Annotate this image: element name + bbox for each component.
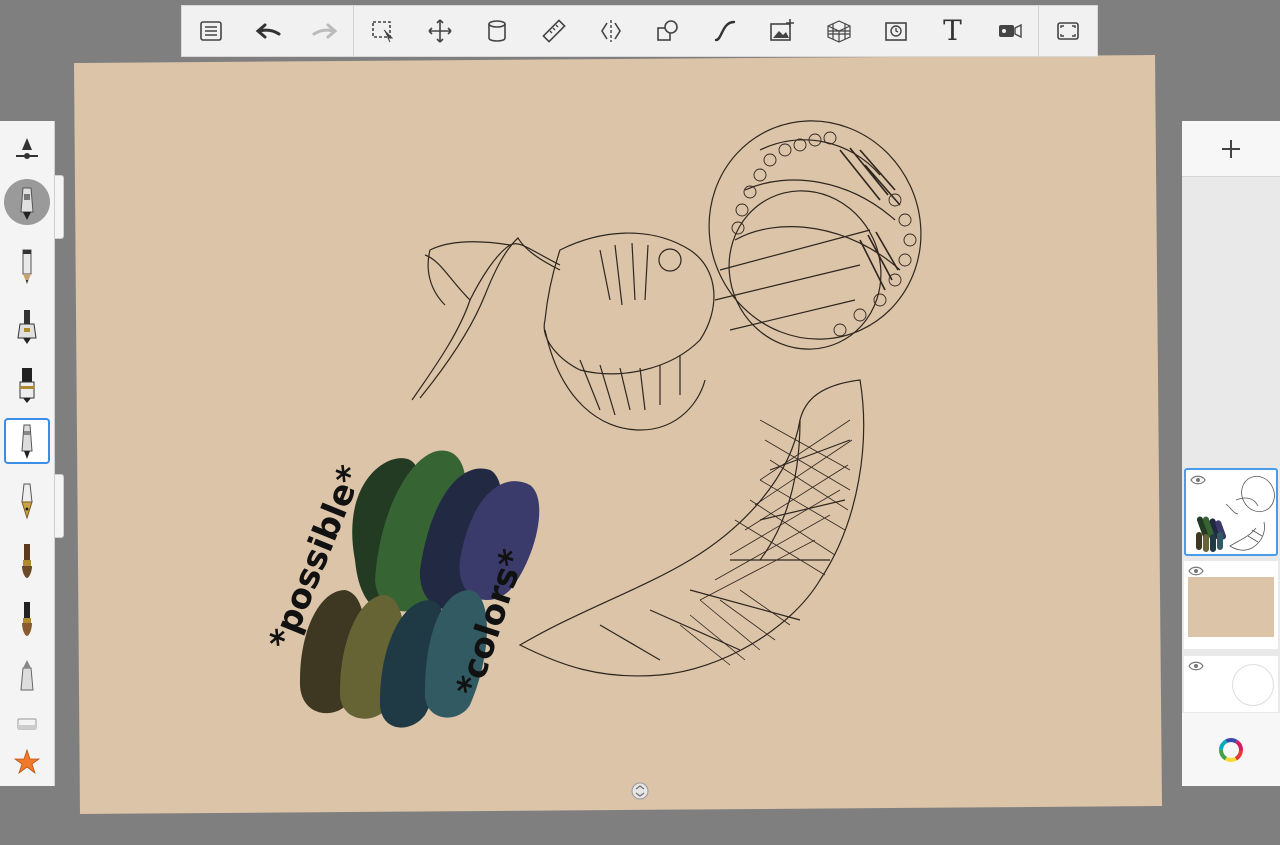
- background-color-swatch[interactable]: [1232, 664, 1274, 706]
- fit-canvas-icon[interactable]: [630, 781, 650, 801]
- redo-icon[interactable]: [296, 6, 353, 56]
- drawing-canvas: *possible* *colors*: [74, 55, 1162, 814]
- top-toolbar: T: [181, 5, 1098, 57]
- layer-paper-color[interactable]: [1184, 561, 1278, 649]
- shapes-icon[interactable]: [639, 6, 696, 56]
- ink-brush-icon[interactable]: [4, 595, 50, 641]
- fountain-pen-brush-icon[interactable]: [4, 477, 50, 523]
- stroke-curve-icon[interactable]: [696, 6, 753, 56]
- layer-thumbnail: [1196, 475, 1275, 552]
- marker-brush-icon[interactable]: [4, 361, 50, 407]
- paint-brush-icon[interactable]: [4, 537, 50, 583]
- favorites-star-icon[interactable]: [4, 739, 50, 785]
- layer-background[interactable]: [1184, 656, 1278, 712]
- fullscreen-icon[interactable]: [1039, 6, 1096, 56]
- layer-paper-thumbnail: [1188, 577, 1274, 637]
- brush-panel-tab-bottom[interactable]: [55, 474, 64, 538]
- undo-icon[interactable]: [239, 6, 296, 56]
- paper[interactable]: [74, 55, 1162, 814]
- text-tool-label: T: [943, 14, 962, 47]
- time-lapse-icon[interactable]: [867, 6, 924, 56]
- fineliner-brush-icon[interactable]: [4, 418, 50, 464]
- visibility-eye-icon[interactable]: [1188, 565, 1204, 577]
- color-wheel-button[interactable]: [1182, 713, 1280, 786]
- menu-icon[interactable]: [182, 6, 239, 56]
- add-layer-button[interactable]: [1182, 121, 1280, 177]
- brush-size-slider-icon[interactable]: [4, 127, 50, 173]
- symmetry-icon[interactable]: [582, 6, 639, 56]
- ballpoint-brush-icon[interactable]: [4, 303, 50, 349]
- plus-icon: [1222, 139, 1240, 158]
- chisel-brush-icon[interactable]: [4, 653, 50, 699]
- color-wheel-icon: [1219, 737, 1243, 762]
- fill-bucket-icon[interactable]: [468, 6, 525, 56]
- layer-sketch[interactable]: [1184, 468, 1278, 556]
- pencil-brush-icon[interactable]: [4, 243, 50, 289]
- transform-icon[interactable]: [411, 6, 468, 56]
- brush-palette: [0, 121, 55, 786]
- record-video-icon[interactable]: [981, 6, 1038, 56]
- ruler-icon[interactable]: [525, 6, 582, 56]
- airbrush-brush-icon[interactable]: [4, 179, 50, 225]
- text-tool-icon[interactable]: T: [924, 6, 981, 56]
- layers-panel: [1182, 121, 1280, 786]
- selection-icon[interactable]: [354, 6, 411, 56]
- perspective-grid-icon[interactable]: [810, 6, 867, 56]
- eraser-brush-icon[interactable]: [4, 711, 50, 739]
- brush-panel-tab-top[interactable]: [55, 175, 64, 239]
- visibility-eye-icon[interactable]: [1188, 660, 1204, 672]
- add-image-icon[interactable]: [753, 6, 810, 56]
